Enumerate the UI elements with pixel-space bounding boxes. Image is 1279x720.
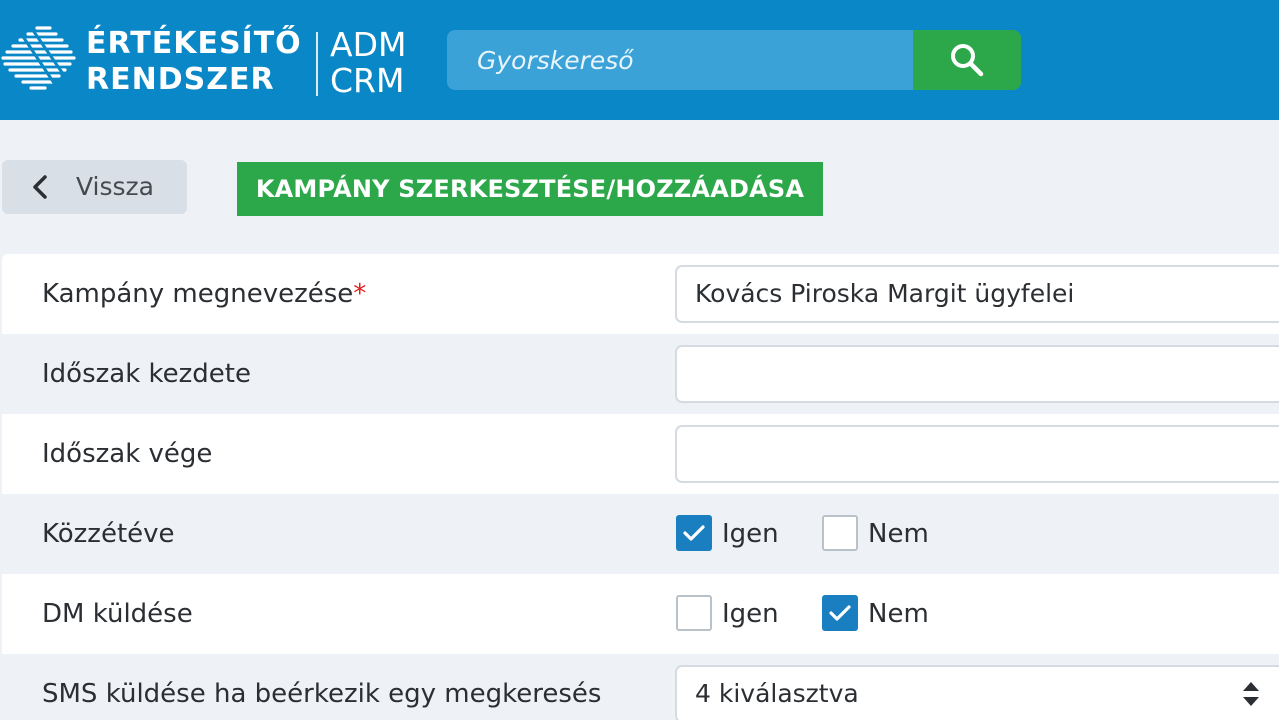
dm-send-label: DM küldése (42, 599, 193, 629)
dm-send-yes-label[interactable]: Igen (722, 574, 779, 654)
form-row-published: Közzétéve Igen Nem (2, 494, 1279, 574)
logo-brand: ÉRTÉKESÍTŐ RENDSZER (86, 26, 302, 98)
campaign-name-input[interactable]: Kovács Piroska Margit ügyfelei (675, 265, 1279, 323)
checkmark-icon (683, 525, 705, 541)
period-end-input[interactable] (675, 425, 1279, 483)
brand-line-2: RENDSZER (86, 62, 275, 97)
page-title: KAMPÁNY SZERKESZTÉSE/HOZZÁADÁSA (237, 162, 823, 216)
back-button[interactable]: Vissza (2, 160, 187, 214)
form-row-period-end: Időszak vége (2, 414, 1279, 494)
product-line-2: CRM (330, 61, 405, 100)
required-mark: * (353, 279, 367, 309)
product-line-1: ADM (330, 25, 407, 64)
search-icon (951, 44, 984, 77)
dm-send-no-label[interactable]: Nem (868, 574, 929, 654)
brand-line-1: ÉRTÉKESÍTŐ (86, 26, 302, 61)
campaign-name-label: Kampány megnevezése* (42, 279, 367, 309)
quick-search-box (447, 30, 917, 90)
form-row-dm-send: DM küldése Igen Nem (2, 574, 1279, 654)
published-no-label[interactable]: Nem (868, 494, 929, 574)
period-start-input[interactable] (675, 345, 1279, 403)
quick-search-input[interactable] (447, 30, 917, 90)
form-row-period-start: Időszak kezdete (2, 334, 1279, 414)
sms-on-inquiry-value: 4 kiválasztva (695, 679, 859, 708)
sms-on-inquiry-select[interactable]: 4 kiválasztva (675, 665, 1279, 720)
logo-stripes-icon (0, 22, 78, 96)
dm-send-yes-checkbox[interactable] (676, 595, 712, 631)
campaign-form: Kampány megnevezése* Kovács Piroska Marg… (2, 254, 1279, 720)
form-row-sms-on-inquiry: SMS küldése ha beérkezik egy megkeresés … (2, 654, 1279, 720)
sms-on-inquiry-label: SMS küldése ha beérkezik egy megkeresés (42, 679, 602, 709)
back-label: Vissza (76, 172, 154, 201)
select-updown-icon (1243, 682, 1259, 706)
published-yes-checkbox[interactable] (676, 515, 712, 551)
published-yes-label[interactable]: Igen (722, 494, 779, 574)
logo-product: ADM CRM (330, 27, 406, 99)
app-header: ÉRTÉKESÍTŐ RENDSZER ADM CRM (0, 0, 1279, 120)
chevron-left-icon (33, 175, 47, 199)
dm-send-no-checkbox[interactable] (822, 595, 858, 631)
published-label: Közzétéve (42, 519, 175, 549)
period-end-label: Időszak vége (42, 439, 213, 469)
campaign-name-value: Kovács Piroska Margit ügyfelei (695, 279, 1075, 308)
published-no-checkbox[interactable] (822, 515, 858, 551)
logo-divider (316, 32, 318, 96)
form-row-campaign-name: Kampány megnevezése* Kovács Piroska Marg… (2, 254, 1279, 334)
checkmark-icon (829, 605, 851, 621)
period-start-label: Időszak kezdete (42, 359, 251, 389)
search-button[interactable] (913, 30, 1021, 90)
